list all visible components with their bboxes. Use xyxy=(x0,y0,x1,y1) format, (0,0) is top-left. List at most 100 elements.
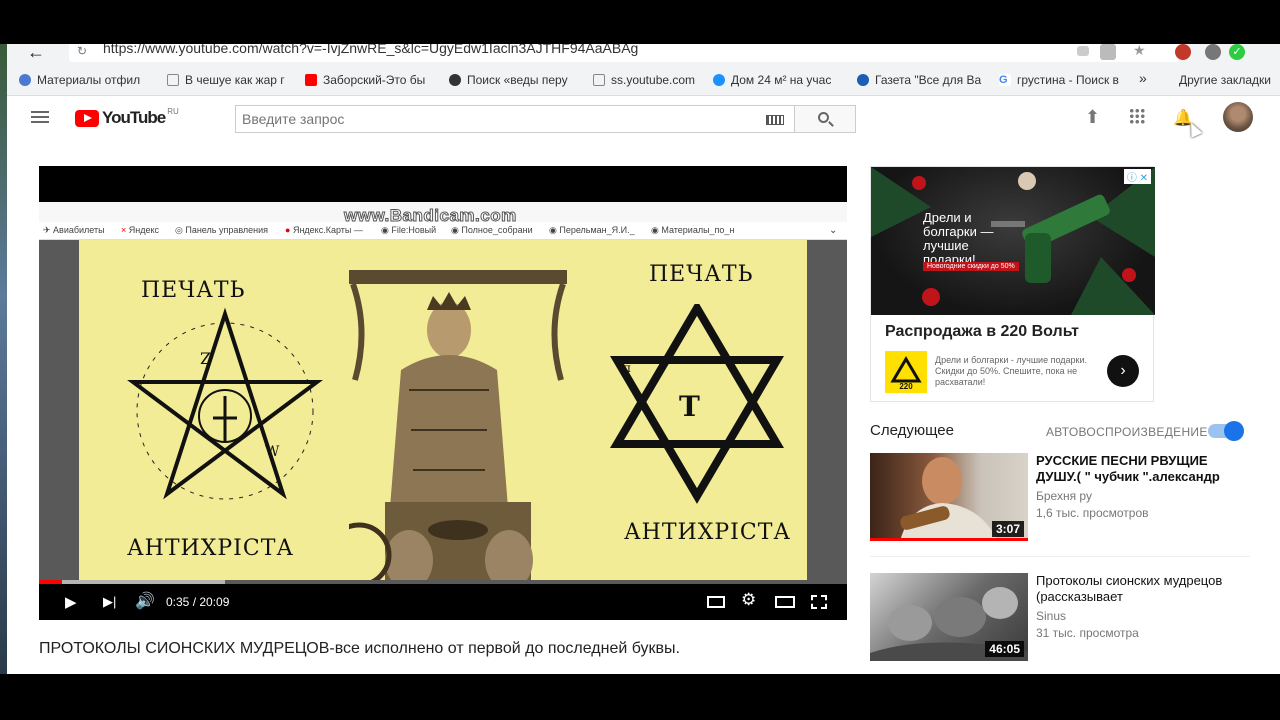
video-duration: 3:07 xyxy=(991,521,1024,537)
bookmark-item[interactable]: В чешуе как жар г xyxy=(167,73,285,87)
brand-220-logo: 220 xyxy=(890,356,922,391)
autoplay-toggle[interactable] xyxy=(1208,421,1244,441)
avatar[interactable] xyxy=(1223,102,1253,132)
apps-grid-icon[interactable] xyxy=(1129,108,1145,124)
search-button[interactable] xyxy=(795,105,856,133)
seal-left-title: ПЕЧАТЬ xyxy=(141,278,246,303)
theater-mode-icon[interactable] xyxy=(775,596,795,608)
ad-arrow-button[interactable]: › xyxy=(1107,355,1139,387)
bookmark-label: Дом 24 м² на учас xyxy=(731,73,832,87)
video-title: ПРОТОКОЛЫ СИОНСКИХ МУДРЕЦОВ-все исполнен… xyxy=(39,640,680,657)
recorded-bookmark-label: Авиабилеты xyxy=(53,225,105,235)
ad-logo[interactable]: 220 xyxy=(885,351,927,393)
star-icon[interactable]: ★ xyxy=(1133,44,1149,58)
youtube-play-icon xyxy=(75,109,99,127)
youtube-icon xyxy=(305,74,317,86)
info-icon xyxy=(857,74,869,86)
svg-text:W: W xyxy=(265,444,280,460)
fullscreen-icon[interactable] xyxy=(811,595,827,609)
extension-icon[interactable] xyxy=(1205,44,1221,60)
related-video-channel[interactable]: Sinus xyxy=(1036,609,1066,623)
bookmark-item[interactable]: Поиск «веды перу xyxy=(449,73,568,87)
bookmark-item[interactable]: ss.youtube.com xyxy=(593,73,695,87)
related-video-title[interactable]: Протоколы сионских мудрецов (рассказывае… xyxy=(1036,573,1246,605)
adchoices-icon[interactable]: ⓘ ✕ xyxy=(1123,169,1151,184)
recorded-bookmark: ◉ Полное_собрани xyxy=(451,225,533,235)
google-icon: G xyxy=(999,74,1011,86)
ad-card[interactable]: ⓘ ✕ Дрели и болгарки — лучшие подарки! Н… xyxy=(870,166,1155,402)
recorded-bookmark: ◉ Материалы_по_н xyxy=(651,225,735,235)
logo-text: YouTube xyxy=(102,108,166,127)
other-bookmarks[interactable]: Другие закладки xyxy=(1179,73,1271,87)
keyboard-icon[interactable] xyxy=(766,115,784,125)
video-duration: 46:05 xyxy=(985,641,1024,657)
king-chariot-engraving xyxy=(349,270,567,580)
video-player[interactable]: ✈ Авиабилеты × Яндекс ◎ Панель управлени… xyxy=(39,166,847,620)
ad-tagline: Дрели и болгарки — лучшие подарки! xyxy=(923,210,994,267)
related-video-title[interactable]: РУССКИЕ ПЕСНИ РВУЩИЕ ДУШУ.( " чубчик ".а… xyxy=(1036,453,1246,485)
bookmark-label: Газета "Все для Ва xyxy=(875,73,982,87)
video-thumbnail[interactable]: 3:07 xyxy=(870,453,1028,541)
svg-text:Z: Z xyxy=(200,349,211,368)
search-input[interactable] xyxy=(242,111,742,127)
recorded-bookmark-label: File:Новый xyxy=(391,225,437,235)
seal-right-title: ПЕЧАТЬ xyxy=(649,262,754,287)
recorded-chevron-icon: ⌄ xyxy=(829,225,838,236)
youtube-header: YouTube RU ⬆ 🔔 xyxy=(7,96,1280,142)
svg-text:220: 220 xyxy=(899,382,913,391)
more-bookmarks-chevron[interactable]: » xyxy=(1139,70,1147,86)
bookmark-label: Материалы отфил xyxy=(37,73,141,87)
ad-description: Дрели и болгарки - лучшие подарки. Скидк… xyxy=(935,355,1087,387)
bookmark-label: ss.youtube.com xyxy=(611,73,696,87)
bookmark-label: Поиск «веды перу xyxy=(467,73,568,87)
upload-icon[interactable]: ⬆ xyxy=(1085,107,1100,128)
autoplay-knob xyxy=(1224,421,1244,441)
bookmark-item[interactable]: Gгрустина - Поиск в xyxy=(999,73,1119,87)
svg-text:π: π xyxy=(623,361,631,375)
menu-icon[interactable] xyxy=(31,111,49,123)
related-video-channel[interactable]: Брехня ру xyxy=(1036,489,1092,503)
ad-headline[interactable]: Распродажа в 220 Вольт xyxy=(885,323,1079,341)
recorded-bookmark: ◎ Панель управления xyxy=(175,225,269,235)
play-icon[interactable]: ▶ xyxy=(65,593,77,611)
sidebar-divider xyxy=(870,556,1250,557)
bookmark-item[interactable]: Дом 24 м² на учас xyxy=(713,73,831,87)
ad-promo: Новогодние скидки до 50% xyxy=(923,262,1019,271)
recorded-bookmark-label: Материалы_по_н xyxy=(661,225,735,235)
settings-gear-icon[interactable]: ⚙ xyxy=(741,590,756,610)
youtube-logo[interactable]: YouTube RU xyxy=(75,107,179,128)
extension-icon[interactable] xyxy=(1100,44,1116,60)
site-icon xyxy=(713,74,725,86)
ad-illustration xyxy=(871,167,1155,315)
bookmark-item[interactable]: Газета "Все для Ва xyxy=(857,73,981,87)
recorded-bookmark-label: Яндекс xyxy=(128,225,160,235)
book-page-image: ПЕЧАТЬ Z W АНТИХРІСТА ПЕЧАТЬ T π АНТИХРІ… xyxy=(79,240,807,580)
url-text[interactable]: https://www.youtube.com/watch?v=-IvjZnwR… xyxy=(103,44,638,56)
ad-image[interactable]: ⓘ ✕ Дрели и болгарки — лучшие подарки! Н… xyxy=(871,167,1155,315)
bookmark-star-icon[interactable] xyxy=(1077,46,1089,56)
volume-icon[interactable]: 🔊 xyxy=(135,591,155,611)
bookmark-item[interactable]: Заборский-Это бы xyxy=(305,73,425,87)
check-icon[interactable]: ✓ xyxy=(1229,44,1245,60)
desktop-background-strip xyxy=(0,44,7,674)
related-video-views: 31 тыс. просмотра xyxy=(1036,626,1139,640)
page-icon xyxy=(593,74,605,86)
extension-bug-icon[interactable] xyxy=(1175,44,1191,60)
search-box[interactable] xyxy=(235,105,795,133)
bookmark-item[interactable]: Материалы отфил xyxy=(19,73,140,87)
globe-icon xyxy=(19,74,31,86)
recorded-bookmark: ✈ Авиабилеты xyxy=(43,225,105,235)
recorded-bookmark-label: Яндекс.Карты — xyxy=(292,225,363,235)
recorded-bookmark: × Яндекс xyxy=(121,225,160,235)
search-engine-icon xyxy=(449,74,461,86)
back-arrow-icon[interactable]: ← xyxy=(27,44,45,63)
hexagram-seal-icon: T π xyxy=(610,304,784,504)
recorded-bookmark: ◉ File:Новый xyxy=(381,225,437,235)
recorded-bookmark: ● Яндекс.Карты — xyxy=(285,225,363,235)
video-thumbnail[interactable]: 46:05 xyxy=(870,573,1028,661)
browser-window: ← ↻ https://www.youtube.com/watch?v=-Ivj… xyxy=(0,44,1280,674)
subtitles-icon[interactable] xyxy=(707,596,725,608)
reload-icon[interactable]: ↻ xyxy=(77,44,87,58)
autoplay-label: АВТОВОСПРОИЗВЕДЕНИЕ xyxy=(1046,425,1208,439)
next-icon[interactable]: ▶| xyxy=(103,594,116,610)
